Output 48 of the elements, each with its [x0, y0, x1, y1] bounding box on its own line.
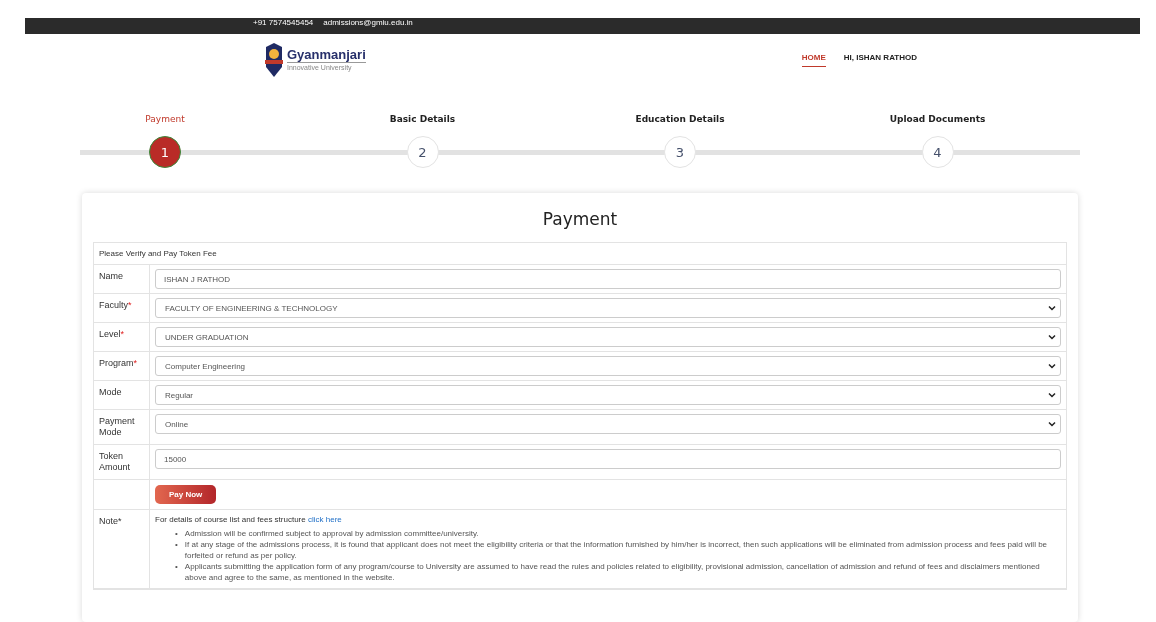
step-label: Upload Documents — [889, 114, 986, 126]
field-label: Name — [99, 271, 123, 281]
bullet: • — [175, 528, 178, 539]
card-title: Payment — [541, 208, 619, 231]
step-circle[interactable]: 2 — [406, 136, 439, 168]
dropdown[interactable]: UNDER GRADUATION — [155, 327, 1061, 347]
field-label: Mode — [99, 387, 122, 397]
text-field[interactable]: 15000 — [155, 449, 1061, 469]
crest-icon — [265, 42, 283, 78]
pay-now-button[interactable]: Pay Now — [155, 485, 217, 504]
dropdown[interactable]: Online — [155, 414, 1061, 434]
chevron-down-icon — [1048, 334, 1056, 340]
dropdown[interactable]: Regular — [155, 385, 1061, 405]
note-item: Applicants submitting the application form of any program/course to University are assumed to have read the rules and policies related to eligibility, provisional admission, cancellation of admission and refund of fees and disclaimers mentioned above and agree to the same, as mentioned in the website. — [184, 561, 1041, 583]
required-mark: * — [133, 358, 138, 368]
click-here-link[interactable]: click here — [307, 515, 342, 524]
form-heading: Please Verify and Pay Token Fee — [94, 243, 1066, 265]
required-mark: * — [120, 329, 125, 339]
email-address: admissions@gmiu.edu.in — [323, 18, 413, 27]
step-circle[interactable]: 3 — [664, 136, 696, 168]
field-label: Faculty — [99, 300, 128, 310]
bullet: • — [175, 539, 178, 551]
step-circle[interactable]: 1 — [149, 136, 181, 168]
chevron-down-icon — [1048, 392, 1056, 398]
text-field[interactable]: ISHAN J RATHOD — [155, 269, 1061, 289]
field-label: Payment Mode — [99, 416, 135, 437]
note-item: If at any stage of the admissions process, it is found that applicant does not meet the eligibility criteria or that the information furnished by him/her is incorrect, then such applications will be eliminated from admission process and fees paid will be forfeited or refund as per policy. — [184, 539, 1049, 561]
field-label: Token Amount — [99, 451, 131, 472]
note-label: Note* — [99, 516, 122, 526]
step-circle[interactable]: 4 — [921, 136, 954, 168]
dropdown[interactable]: FACULTY OF ENGINEERING & TECHNOLOGY — [155, 298, 1061, 318]
logo-name: Gyanmanjari — [287, 48, 366, 62]
field-label: Level — [99, 329, 121, 339]
required-mark: * — [128, 300, 132, 310]
step-label: Basic Details — [389, 114, 456, 126]
dropdown[interactable]: Computer Engineering — [155, 356, 1061, 376]
chevron-down-icon — [1048, 421, 1056, 427]
field-label: Program — [99, 358, 134, 368]
note-intro: For details of course list and fees structure click here — [155, 515, 343, 524]
nav-link[interactable]: HI, ISHAN RATHOD — [843, 53, 917, 67]
bullet: • — [175, 561, 178, 573]
phone-number: +91 7574545454 — [253, 18, 314, 27]
step-label: Education Details — [635, 114, 725, 126]
note-item: Admission will be confirmed subject to approval by admission committee/university. — [184, 528, 479, 539]
step-label: Payment — [145, 114, 185, 126]
chevron-down-icon — [1048, 363, 1056, 369]
nav-link[interactable]: HOME — [801, 53, 826, 67]
chevron-down-icon — [1048, 305, 1056, 311]
